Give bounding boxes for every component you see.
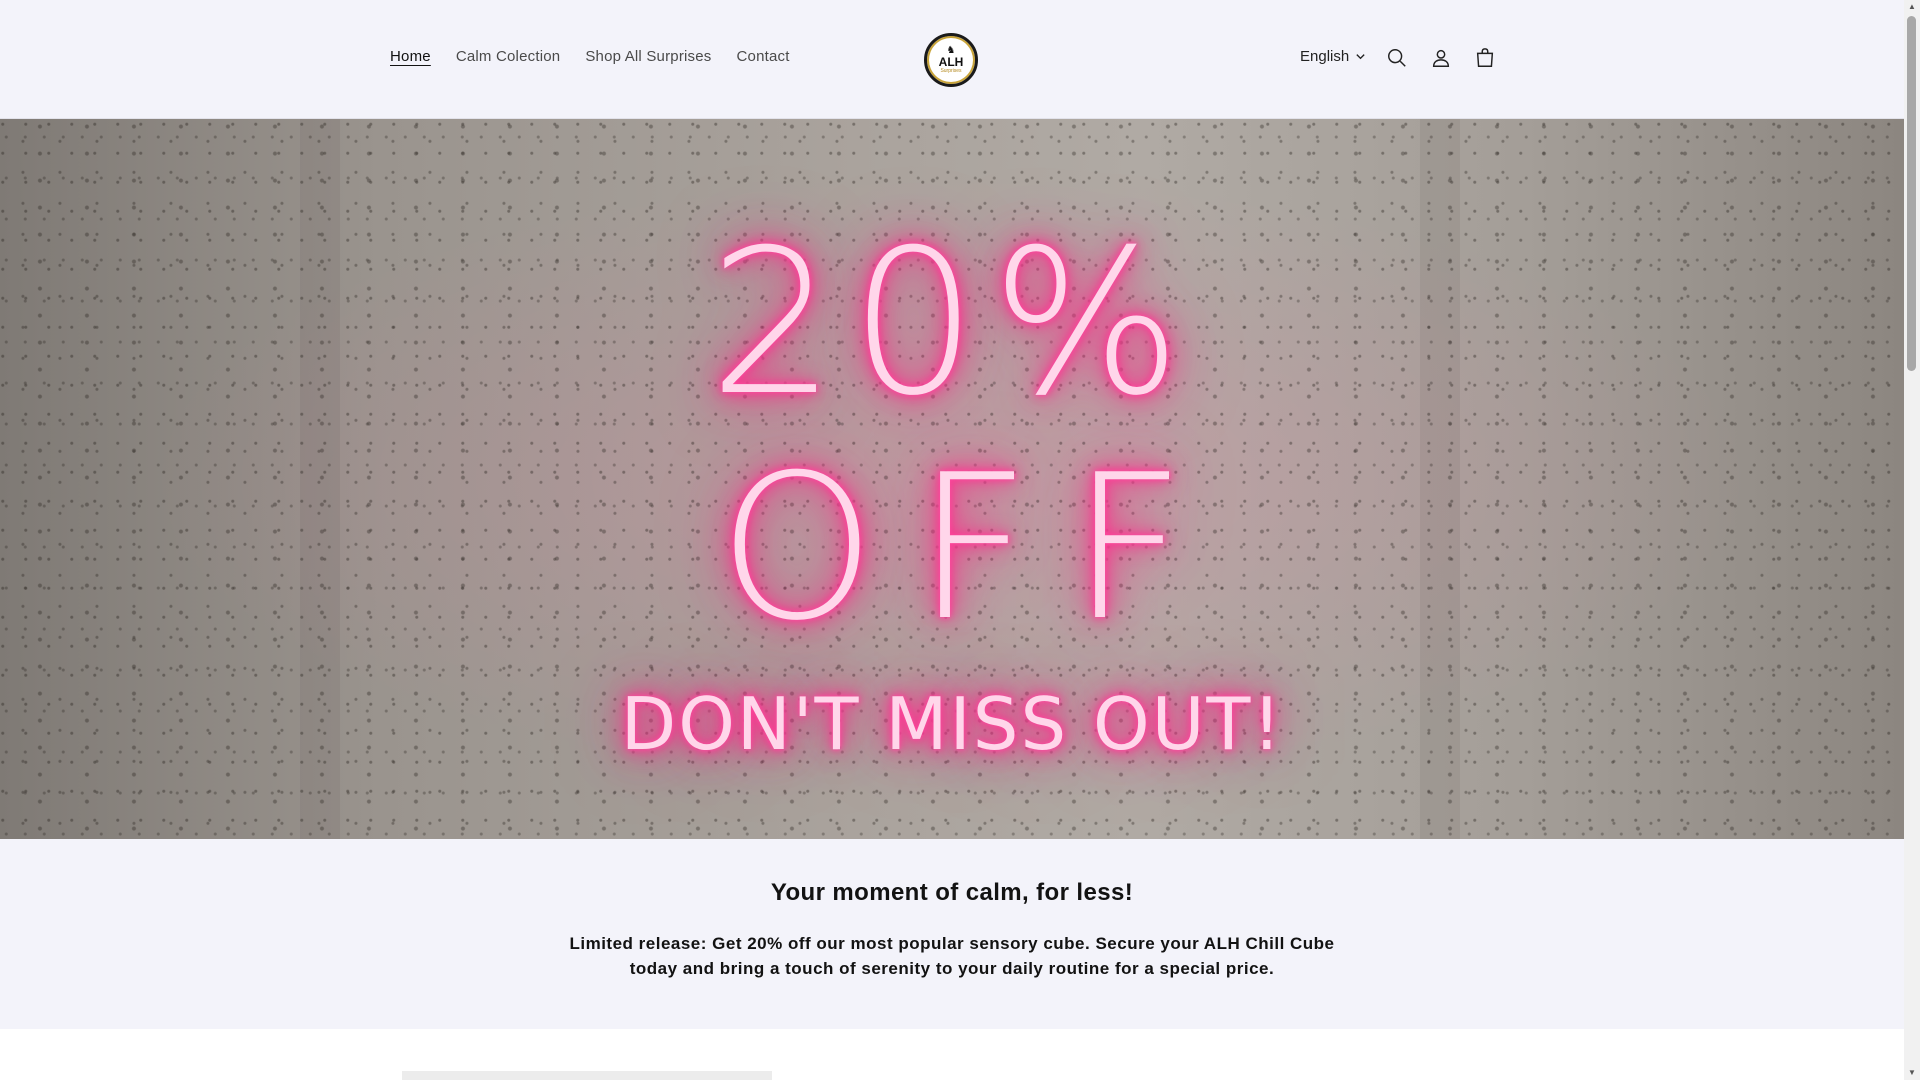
nav-calm-collection-link[interactable]: Calm Colection <box>456 48 561 65</box>
account-icon <box>1432 49 1450 67</box>
logo-subtext: Surprises <box>940 68 962 74</box>
next-section <box>0 1029 1904 1080</box>
nav-home-link[interactable]: Home <box>390 48 431 65</box>
hero-tagline: DON'T MISS OUT! <box>620 682 1284 766</box>
scroll-down-arrow-icon[interactable]: ▼ <box>1904 1066 1920 1080</box>
logo-text: ALH <box>938 55 964 69</box>
nav-shop-all-surprises-link[interactable]: Shop All Surprises <box>585 48 711 65</box>
scroll-up-arrow-icon[interactable]: ▲ <box>1904 0 1920 14</box>
site-header: Home Calm Colection Shop All Surprises C… <box>0 0 1904 119</box>
scrollbar-thumb[interactable] <box>1907 16 1916 371</box>
promo-heading: Your moment of calm, for less! <box>770 879 1134 906</box>
hero-discount-percent: 20% <box>708 207 1196 440</box>
hero-banner[interactable]: 20% OFF DON'T MISS OUT! <box>0 119 1904 839</box>
cart-button[interactable] <box>1472 45 1498 71</box>
page-scrollbar[interactable]: ▲ ▼ <box>1904 0 1920 1080</box>
store-logo[interactable]: ♞ ALH Surprises <box>924 33 978 87</box>
search-button[interactable] <box>1384 45 1410 71</box>
account-button[interactable] <box>1428 45 1454 71</box>
search-icon <box>1388 49 1406 67</box>
next-section-image-edge <box>402 1071 772 1080</box>
nav-contact-link[interactable]: Contact <box>737 48 790 65</box>
cart-icon <box>1476 48 1494 67</box>
chevron-down-icon <box>1356 54 1365 60</box>
promo-section: Your moment of calm, for less! Limited r… <box>0 839 1904 1029</box>
language-selector[interactable]: English <box>1300 48 1366 65</box>
promo-body: Limited release: Get 20% off our most po… <box>569 934 1335 978</box>
page: Home Calm Colection Shop All Surprises C… <box>0 0 1904 1080</box>
main-nav: Home Calm Colection Shop All Surprises C… <box>390 48 790 65</box>
hero-off-text: OFF <box>718 432 1226 665</box>
language-label: English <box>1300 48 1350 65</box>
